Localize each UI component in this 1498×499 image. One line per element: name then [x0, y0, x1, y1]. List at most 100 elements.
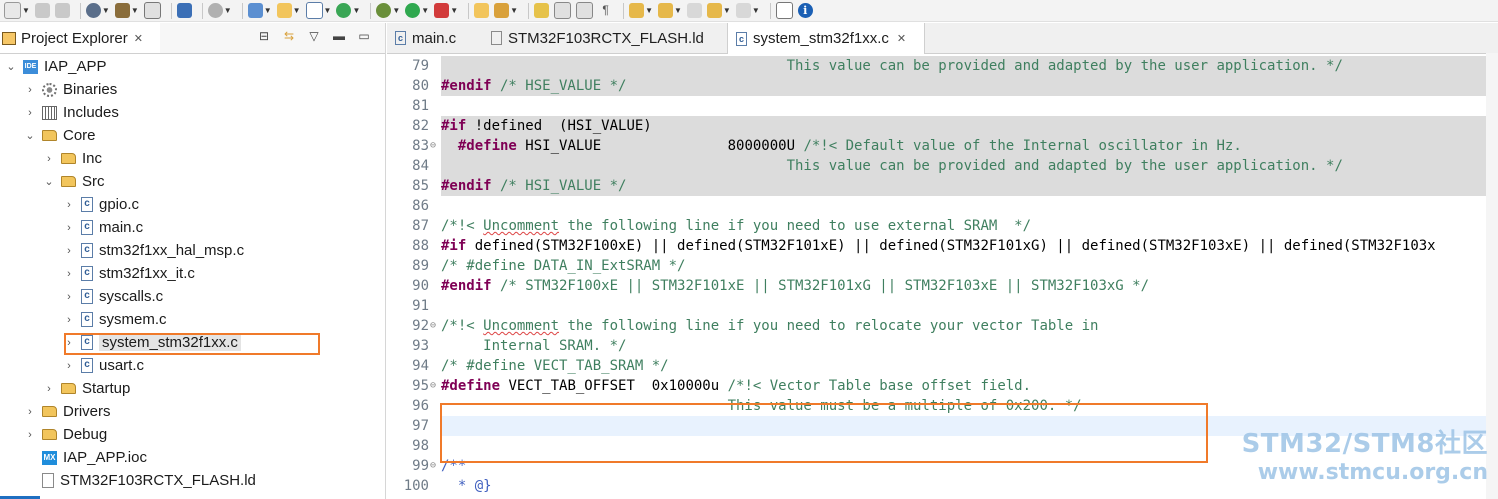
build-button[interactable]: ▼: [114, 3, 139, 18]
chevron-right-icon[interactable]: ›: [24, 429, 36, 441]
tree-item-iap-app[interactable]: ⌄ IDE IAP_APP: [0, 55, 385, 78]
chevron-down-icon[interactable]: ⌄: [43, 175, 55, 188]
chevron-right-icon[interactable]: ›: [63, 199, 75, 211]
chevron-down-icon[interactable]: ▼: [264, 6, 272, 15]
tree-item-gpio-c[interactable]: › c gpio.c: [0, 193, 385, 216]
chevron-right-icon[interactable]: ›: [63, 360, 75, 372]
minimize-icon[interactable]: ▬: [332, 29, 346, 43]
tree-item-syscalls-c[interactable]: › c syscalls.c: [0, 285, 385, 308]
back-button[interactable]: [686, 3, 702, 18]
chevron-down-icon[interactable]: ▼: [510, 6, 518, 15]
mark-button[interactable]: [534, 3, 550, 18]
tree-item-src[interactable]: ⌄ Src: [0, 170, 385, 193]
tree-item-startup[interactable]: › Startup: [0, 377, 385, 400]
close-icon[interactable]: ✕: [134, 32, 143, 45]
tree-item-ld[interactable]: STM32F103RCTX_FLASH.ld: [0, 469, 385, 492]
prev-annotation-button[interactable]: ▼: [657, 3, 682, 18]
debug-tool-button[interactable]: [176, 3, 192, 18]
close-icon[interactable]: ✕: [897, 32, 906, 45]
chevron-down-icon[interactable]: ▼: [450, 6, 458, 15]
tree-item-binaries[interactable]: › Binaries: [0, 78, 385, 101]
chevron-down-icon[interactable]: ▼: [421, 6, 429, 15]
tab-main-c[interactable]: c main.c: [387, 23, 483, 53]
chevron-right-icon[interactable]: ›: [63, 222, 75, 234]
tree-item-core[interactable]: ⌄ Core: [0, 124, 385, 147]
fold-collapse-icon[interactable]: ⊖: [430, 136, 440, 156]
new-class-button[interactable]: ▼: [247, 3, 272, 18]
chevron-right-icon[interactable]: ›: [63, 245, 75, 257]
chevron-right-icon[interactable]: ›: [24, 84, 36, 96]
save-all-button[interactable]: [54, 3, 70, 18]
fold-collapse-icon[interactable]: ⊖: [430, 316, 440, 336]
link-editor-icon[interactable]: ⇆: [282, 29, 296, 43]
chevron-down-icon[interactable]: ▼: [392, 6, 400, 15]
info-button[interactable]: i: [797, 3, 813, 18]
chevron-right-icon[interactable]: ›: [63, 314, 75, 326]
tree-item-inc[interactable]: › Inc: [0, 147, 385, 170]
back-2-button[interactable]: ▼: [706, 3, 731, 18]
fold-collapse-icon[interactable]: ⊖: [430, 376, 440, 396]
chevron-right-icon[interactable]: ›: [43, 383, 55, 395]
chevron-down-icon[interactable]: ▼: [324, 6, 332, 15]
chevron-down-icon[interactable]: ⌄: [24, 129, 36, 142]
chevron-down-icon[interactable]: ▼: [293, 6, 301, 15]
pin-button[interactable]: [775, 2, 793, 19]
tree-item-main-c[interactable]: › c main.c: [0, 216, 385, 239]
maximize-icon[interactable]: ▭: [357, 29, 371, 43]
new-folder-icon: [276, 3, 292, 18]
new-c-file-button[interactable]: ▼: [305, 2, 332, 19]
whitespace-button[interactable]: ¶: [598, 3, 614, 18]
fold-collapse-icon[interactable]: ⊖: [430, 456, 440, 476]
collapse-all-icon[interactable]: ⊟: [257, 29, 271, 43]
next-annotation-button[interactable]: ▼: [629, 3, 653, 18]
new-button[interactable]: ▼: [4, 2, 30, 19]
refresh-button[interactable]: ▼: [336, 3, 360, 18]
tab-system-stm32f1xx-c[interactable]: c system_stm32f1xx.c ✕: [727, 23, 925, 54]
chevron-right-icon[interactable]: ›: [63, 268, 75, 280]
tree-item-sysmem-c[interactable]: › c sysmem.c: [0, 308, 385, 331]
tree-item-ioc[interactable]: MX IAP_APP.ioc: [0, 446, 385, 469]
toggle-button[interactable]: [554, 2, 572, 19]
chevron-right-icon[interactable]: ›: [24, 406, 36, 418]
line-number: 94: [412, 358, 429, 374]
view-menu-icon[interactable]: ▽: [307, 29, 321, 43]
chevron-down-icon[interactable]: ▼: [102, 6, 110, 15]
chevron-down-icon[interactable]: ▼: [22, 6, 30, 15]
tree-item-includes[interactable]: › Includes: [0, 101, 385, 124]
toggle-2-icon: [576, 2, 594, 19]
tab-flash-ld[interactable]: STM32F103RCTX_FLASH.ld: [483, 23, 727, 53]
chevron-down-icon[interactable]: ▼: [723, 6, 731, 15]
chevron-down-icon[interactable]: ▼: [645, 6, 653, 15]
chevron-down-icon[interactable]: ▼: [752, 6, 760, 15]
binary-button[interactable]: [143, 2, 161, 19]
chevron-down-icon[interactable]: ▼: [131, 6, 139, 15]
new-icon: [4, 2, 21, 19]
tree-item-it-c[interactable]: › c stm32f1xx_it.c: [0, 262, 385, 285]
stop-button[interactable]: ▼: [434, 3, 458, 18]
project-explorer-tab[interactable]: Project Explorer ✕: [0, 23, 160, 53]
chevron-down-icon[interactable]: ▼: [674, 6, 682, 15]
tools-button[interactable]: ▼: [207, 3, 232, 18]
toggle-2-button[interactable]: [576, 2, 594, 19]
tree-item-debug[interactable]: › Debug: [0, 423, 385, 446]
debug-button[interactable]: ▼: [376, 3, 400, 18]
c-file-icon: c: [81, 220, 93, 235]
c-file-icon: c: [81, 197, 93, 212]
chevron-right-icon[interactable]: ›: [24, 107, 36, 119]
tree-item-hal-msp-c[interactable]: › c stm32f1xx_hal_msp.c: [0, 239, 385, 262]
tree-item-usart-c[interactable]: › c usart.c: [0, 354, 385, 377]
forward-button[interactable]: ▼: [735, 3, 760, 18]
run-button[interactable]: ▼: [405, 3, 429, 18]
chevron-right-icon[interactable]: ›: [43, 153, 55, 165]
tree-item-drivers[interactable]: › Drivers: [0, 400, 385, 423]
search-button[interactable]: ▼: [494, 3, 518, 18]
settings-button[interactable]: ▼: [85, 3, 110, 18]
new-folder-button[interactable]: ▼: [276, 3, 301, 18]
chevron-right-icon[interactable]: ›: [63, 291, 75, 303]
save-button[interactable]: [34, 3, 50, 18]
chevron-down-icon[interactable]: ⌄: [5, 60, 17, 73]
open-type-button[interactable]: [474, 3, 490, 18]
chevron-down-icon[interactable]: ▼: [352, 6, 360, 15]
tools-icon: [207, 3, 223, 18]
chevron-down-icon[interactable]: ▼: [224, 6, 232, 15]
